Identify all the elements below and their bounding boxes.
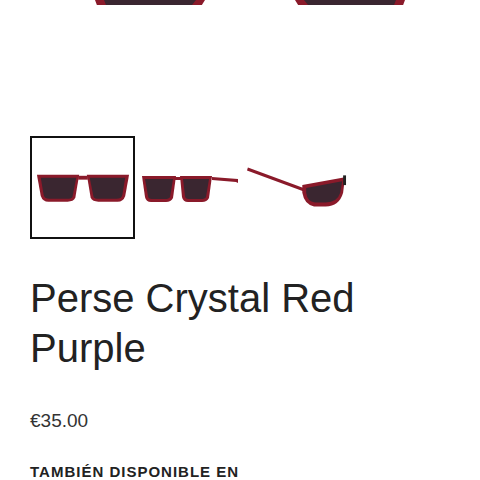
product-content: Perse Crystal Red Purple €35.00 TAMBIÉN DI… (0, 5, 480, 480)
sunglasses-front-icon (35, 171, 131, 204)
main-image (0, 0, 480, 5)
also-available-heading: TAMBIÉN DISPONIBLE EN (30, 463, 450, 480)
product-title: Perse Crystal Red Purple (30, 273, 450, 373)
thumbnail[interactable] (244, 136, 349, 239)
sunglasses-angled-icon (140, 171, 240, 205)
product-main-image (0, 0, 480, 5)
thumbnail[interactable] (137, 136, 242, 239)
product-page: Perse Crystal Red Purple €35.00 TAMBIÉN DI… (0, 0, 480, 480)
thumbnail-row (30, 136, 450, 239)
product-price: €35.00 (30, 409, 450, 433)
thumbnail[interactable] (30, 136, 135, 239)
sunglasses-side-icon (246, 163, 347, 213)
